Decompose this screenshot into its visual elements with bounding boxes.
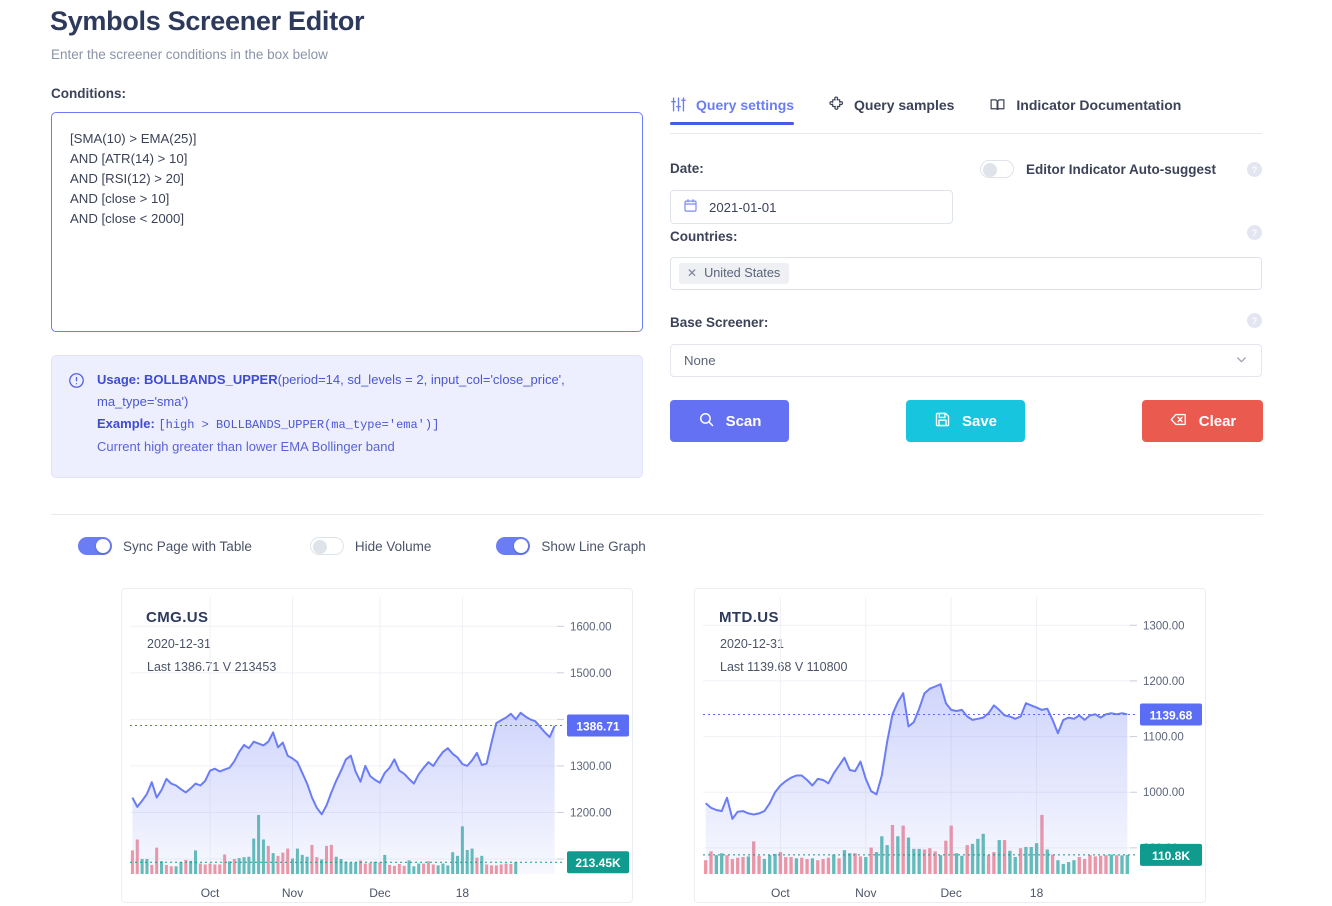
save-button[interactable]: Save	[906, 400, 1025, 442]
usage-description: Current high greater than lower EMA Boll…	[97, 439, 395, 454]
puzzle-piece-icon	[828, 96, 845, 113]
chart-plot: 1600.001500.001400.001300.001200.001100.…	[130, 597, 629, 900]
usage-label: Usage:	[97, 372, 141, 387]
calendar-icon	[683, 198, 698, 216]
svg-text:Oct: Oct	[201, 886, 220, 900]
toggle-sync-page-with-table[interactable]: Sync Page with Table	[78, 537, 252, 555]
chart-card-cmg[interactable]: CMG.US 2020-12-31 Last 1386.71 V 213453 …	[121, 588, 633, 903]
chart-toggle-group: Sync Page with Table Hide Volume Show Li…	[78, 537, 646, 555]
scan-button-label: Scan	[725, 412, 762, 430]
date-label: Date:	[670, 161, 704, 176]
hide-volume-switch[interactable]	[309, 537, 344, 555]
show-line-graph-switch[interactable]	[496, 537, 531, 555]
usage-info-box: Usage: BOLLBANDS_UPPER(period=14, sd_lev…	[51, 355, 643, 478]
usage-example-label: Example:	[97, 416, 155, 431]
chip-label: United States	[704, 266, 781, 280]
toggle-hide-volume[interactable]: Hide Volume	[309, 537, 432, 555]
exclamation-circle-icon	[68, 369, 85, 464]
toggle-show-line-graph[interactable]: Show Line Graph	[496, 537, 646, 555]
conditions-label: Conditions:	[51, 86, 126, 101]
svg-text:Nov: Nov	[855, 886, 876, 900]
chart-card-mtd[interactable]: MTD.US 2020-12-31 Last 1139.68 V 110800 …	[694, 588, 1206, 903]
countries-input[interactable]: ✕ United States	[670, 257, 1262, 290]
svg-text:Nov: Nov	[282, 886, 303, 900]
svg-text:1100.00: 1100.00	[1143, 732, 1184, 744]
tab-query-settings[interactable]: Query settings	[670, 96, 795, 125]
toggle-label: Hide Volume	[354, 538, 432, 554]
svg-text:1139.68: 1139.68	[1150, 708, 1193, 722]
usage-function-name: BOLLBANDS_UPPER	[143, 372, 278, 387]
country-chip-united-states[interactable]: ✕ United States	[679, 263, 790, 284]
usage-signature-line: Usage: BOLLBANDS_UPPER(period=14, sd_lev…	[97, 369, 565, 391]
section-divider	[51, 514, 1263, 515]
usage-example-line: Example: [high > BOLLBANDS_UPPER(ma_type…	[97, 413, 565, 436]
page-title: Symbols Screener Editor	[50, 6, 365, 36]
sliders-icon	[670, 96, 687, 113]
autosuggest-label: Editor Indicator Auto-suggest	[1026, 161, 1216, 177]
tab-label: Query samples	[854, 96, 955, 113]
date-value: 2021-01-01	[709, 199, 777, 215]
toggle-label: Show Line Graph	[541, 538, 646, 554]
help-icon-autosuggest[interactable]: ?	[1247, 162, 1262, 177]
svg-text:1300.00: 1300.00	[1143, 620, 1185, 632]
countries-label: Countries:	[670, 229, 738, 244]
svg-text:18: 18	[456, 886, 470, 900]
scan-button[interactable]: Scan	[670, 400, 789, 442]
svg-text:1300.00: 1300.00	[570, 761, 612, 773]
svg-text:213.45K: 213.45K	[575, 856, 621, 870]
svg-text:Oct: Oct	[771, 886, 790, 900]
search-icon	[698, 411, 715, 432]
svg-text:1500.00: 1500.00	[570, 668, 612, 680]
base-screener-label: Base Screener:	[670, 315, 769, 330]
autosuggest-toggle[interactable]	[980, 160, 1014, 178]
save-button-label: Save	[961, 412, 998, 430]
base-screener-select[interactable]: None	[670, 344, 1262, 377]
svg-text:Dec: Dec	[369, 886, 390, 900]
help-icon-base-screener[interactable]: ?	[1247, 313, 1262, 328]
chart-plot: 1300.001200.001100.001000.00900.00OctNov…	[703, 597, 1202, 900]
svg-text:Dec: Dec	[941, 886, 962, 900]
svg-text:18: 18	[1030, 886, 1044, 900]
tab-query-samples[interactable]: Query samples	[828, 96, 954, 124]
usage-signature: (period=14, sd_levels = 2, input_col='cl…	[277, 372, 565, 387]
sync-page-switch[interactable]	[78, 537, 112, 555]
autosuggest-toggle-row: Editor Indicator Auto-suggest	[980, 160, 1216, 178]
conditions-input[interactable]	[51, 112, 643, 332]
backspace-delete-icon	[1169, 411, 1188, 432]
date-input[interactable]: 2021-01-01	[670, 190, 953, 224]
remove-chip-icon[interactable]: ✕	[687, 267, 697, 279]
settings-tabs: Query settings Query samples Indicator D…	[670, 96, 1262, 134]
base-screener-value: None	[684, 353, 716, 368]
tab-label: Indicator Documentation	[1016, 96, 1182, 113]
clear-button[interactable]: Clear	[1142, 400, 1263, 442]
chevron-down-icon	[1235, 353, 1248, 369]
toggle-label: Sync Page with Table	[123, 538, 252, 554]
svg-text:110.8K: 110.8K	[1152, 849, 1190, 863]
svg-text:1386.71: 1386.71	[576, 720, 620, 734]
floppy-disk-icon	[934, 411, 951, 432]
tab-indicator-documentation[interactable]: Indicator Documentation	[988, 96, 1181, 124]
tab-label: Query settings	[696, 96, 795, 113]
svg-text:1000.00: 1000.00	[1143, 787, 1185, 799]
help-icon-countries[interactable]: ?	[1247, 225, 1262, 240]
page-subtitle: Enter the screener conditions in the box…	[51, 47, 328, 62]
usage-example-code: [high > BOLLBANDS_UPPER(ma_type='ema')]	[158, 418, 440, 432]
clear-button-label: Clear	[1198, 412, 1237, 430]
svg-text:1200.00: 1200.00	[1143, 676, 1185, 688]
usage-signature-line2: ma_type='sma')	[97, 394, 189, 409]
svg-text:1600.00: 1600.00	[570, 621, 612, 633]
svg-text:1200.00: 1200.00	[570, 807, 612, 819]
open-book-icon	[988, 96, 1007, 113]
